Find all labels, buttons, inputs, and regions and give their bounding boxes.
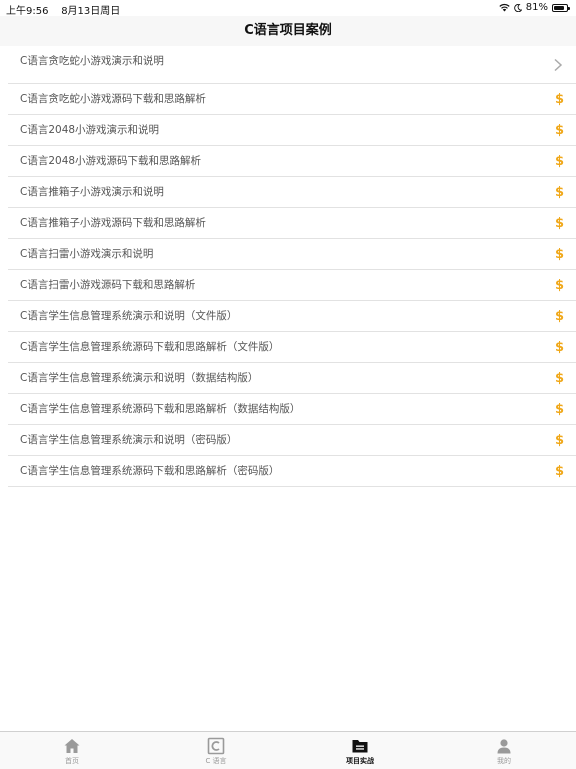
list-item-label: C语言学生信息管理系统演示和说明（密码版） xyxy=(20,434,238,446)
list-item[interactable]: C语言学生信息管理系统源码下载和思路解析（密码版） $ xyxy=(8,456,576,487)
list-item-label: C语言2048小游戏源码下载和思路解析 xyxy=(20,155,202,167)
list-item-label: C语言贪吃蛇小游戏演示和说明 xyxy=(20,55,164,67)
moon-icon xyxy=(514,3,522,12)
dollar-icon: $ xyxy=(554,153,564,169)
dollar-icon: $ xyxy=(554,308,564,324)
list-item[interactable]: C语言学生信息管理系统源码下载和思路解析（文件版） $ xyxy=(8,332,576,363)
dollar-icon: $ xyxy=(554,122,564,138)
dollar-icon: $ xyxy=(554,432,564,448)
home-icon xyxy=(64,739,80,753)
page-title: C语言项目案例 xyxy=(244,23,332,38)
tab-label: 项目实战 xyxy=(346,757,374,765)
list-item[interactable]: C语言推箱子小游戏源码下载和思路解析 $ xyxy=(8,208,576,239)
list-item[interactable]: C语言扫雷小游戏演示和说明 $ xyxy=(8,239,576,270)
list-item-label: C语言学生信息管理系统源码下载和思路解析（密码版） xyxy=(20,465,280,477)
list-item[interactable]: C语言扫雷小游戏源码下载和思路解析 $ xyxy=(8,270,576,301)
dollar-icon: $ xyxy=(554,401,564,417)
list-item-label: C语言推箱子小游戏演示和说明 xyxy=(20,186,164,198)
tab-label: 我的 xyxy=(497,757,511,765)
dollar-icon: $ xyxy=(554,91,564,107)
list-item-label: C语言学生信息管理系统源码下载和思路解析（文件版） xyxy=(20,341,280,353)
list-item-label: C语言扫雷小游戏演示和说明 xyxy=(20,248,154,260)
list-item-label: C语言2048小游戏演示和说明 xyxy=(20,124,160,136)
battery-percent: 81% xyxy=(525,2,548,13)
wifi-icon xyxy=(499,3,510,12)
battery-icon xyxy=(552,3,570,12)
nav-bar: C语言项目案例 xyxy=(0,16,576,46)
tab-c-language[interactable]: C 语言 xyxy=(144,732,288,769)
chevron-right-icon xyxy=(554,58,563,71)
list-item-label: C语言学生信息管理系统演示和说明（数据结构版） xyxy=(20,372,259,384)
dollar-icon: $ xyxy=(554,184,564,200)
list-item[interactable]: C语言贪吃蛇小游戏演示和说明 xyxy=(8,46,576,84)
folder-icon xyxy=(352,740,368,753)
status-right: 81% xyxy=(499,2,570,13)
list-item[interactable]: C语言学生信息管理系统演示和说明（密码版） $ xyxy=(8,425,576,456)
dollar-icon: $ xyxy=(554,277,564,293)
dollar-icon: $ xyxy=(554,370,564,386)
tab-label: C 语言 xyxy=(205,757,227,765)
tab-projects[interactable]: 项目实战 xyxy=(288,732,432,769)
dollar-icon: $ xyxy=(554,215,564,231)
list-item-label: C语言贪吃蛇小游戏源码下载和思路解析 xyxy=(20,93,206,105)
list-item-label: C语言学生信息管理系统演示和说明（文件版） xyxy=(20,310,238,322)
person-icon xyxy=(497,739,511,754)
status-bar: 上午9:56 8月13日周日 81% xyxy=(0,0,576,17)
dollar-icon: $ xyxy=(554,463,564,479)
tab-label: 首页 xyxy=(65,757,79,765)
tab-home[interactable]: 首页 xyxy=(0,732,144,769)
project-list: C语言贪吃蛇小游戏演示和说明 C语言贪吃蛇小游戏源码下载和思路解析 $ C语言2… xyxy=(0,46,576,487)
list-item[interactable]: C语言贪吃蛇小游戏源码下载和思路解析 $ xyxy=(8,84,576,115)
list-item[interactable]: C语言学生信息管理系统源码下载和思路解析（数据结构版） $ xyxy=(8,394,576,425)
status-time-date: 上午9:56 8月13日周日 xyxy=(6,2,120,17)
tab-bar: 首页 C 语言 项目实战 我的 xyxy=(0,731,576,769)
list-item[interactable]: C语言推箱子小游戏演示和说明 $ xyxy=(8,177,576,208)
list-item[interactable]: C语言2048小游戏演示和说明 $ xyxy=(8,115,576,146)
accessory xyxy=(552,46,564,83)
list-item[interactable]: C语言学生信息管理系统演示和说明（数据结构版） $ xyxy=(8,363,576,394)
list-item-label: C语言学生信息管理系统源码下载和思路解析（数据结构版） xyxy=(20,403,301,415)
list-item[interactable]: C语言学生信息管理系统演示和说明（文件版） $ xyxy=(8,301,576,332)
list-item-label: C语言推箱子小游戏源码下载和思路解析 xyxy=(20,217,206,229)
list-item[interactable]: C语言2048小游戏源码下载和思路解析 $ xyxy=(8,146,576,177)
list-item-label: C语言扫雷小游戏源码下载和思路解析 xyxy=(20,279,196,291)
dollar-icon: $ xyxy=(554,246,564,262)
dollar-icon: $ xyxy=(554,339,564,355)
c-language-icon xyxy=(207,737,225,755)
tab-profile[interactable]: 我的 xyxy=(432,732,576,769)
